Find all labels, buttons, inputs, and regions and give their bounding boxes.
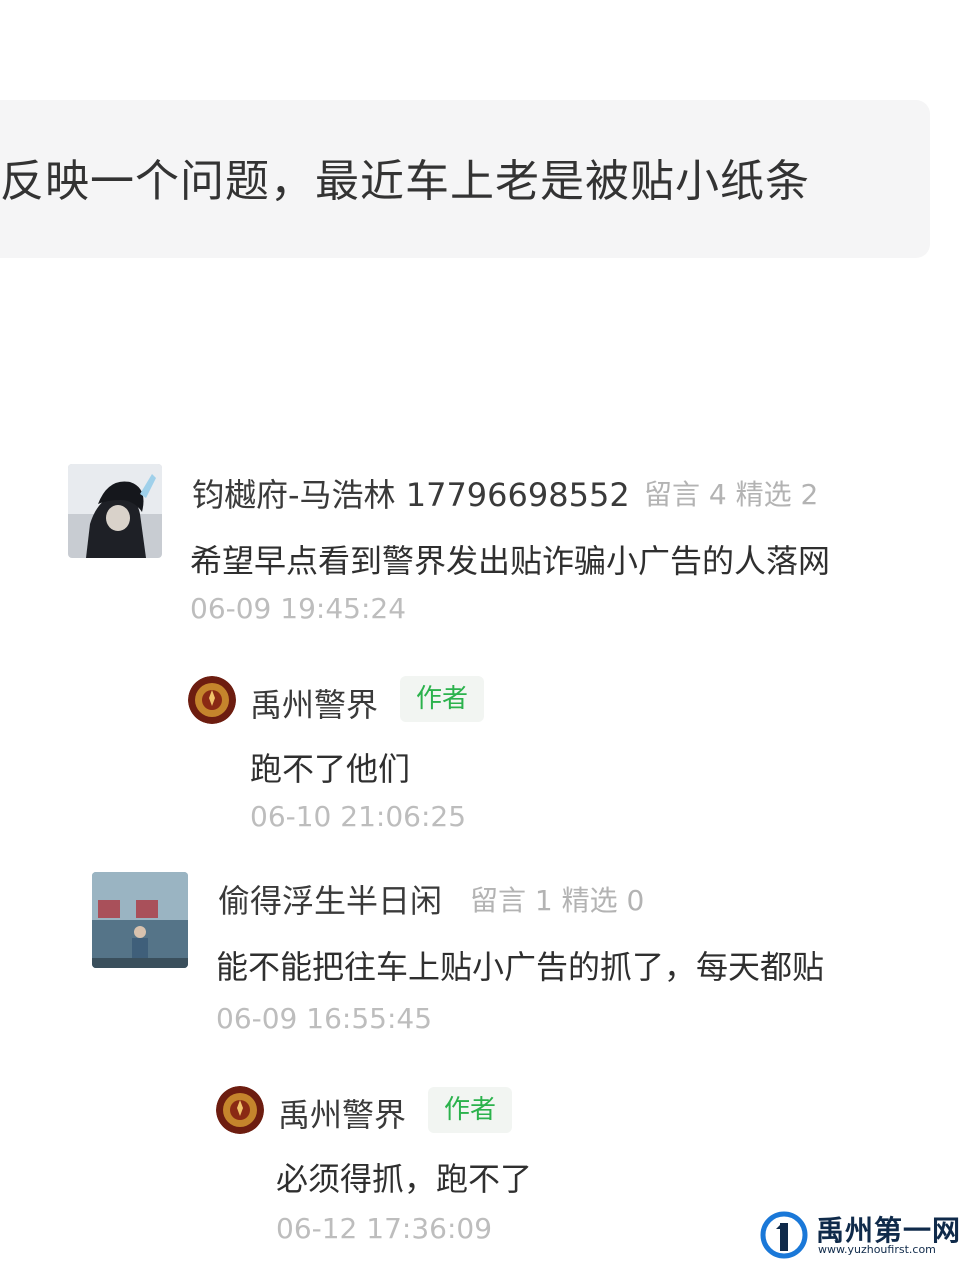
comment-time: 06-09 19:45:24	[190, 592, 407, 625]
brand-logo-icon	[760, 1211, 808, 1259]
reply-time: 06-10 21:06:25	[250, 800, 467, 833]
avatar[interactable]	[188, 676, 236, 724]
reply-author-name[interactable]: 禹州警界	[250, 680, 378, 726]
avatar[interactable]	[68, 464, 162, 558]
avatar[interactable]	[92, 872, 188, 968]
comment-time: 06-09 16:55:45	[216, 1002, 433, 1035]
comment-author-name[interactable]: 偷得浮生半日闲	[218, 876, 442, 922]
comment-text: 能不能把往车上贴小广告的抓了，每天都贴	[216, 948, 825, 986]
reply-text: 跑不了他们	[250, 750, 411, 788]
reply-author-name[interactable]: 禹州警界	[278, 1090, 406, 1136]
avatar[interactable]	[216, 1086, 264, 1134]
brand-logo: 禹州第一网 www.yuzhoufirst.com	[760, 1211, 960, 1267]
comment-author-name[interactable]: 钧樾府-马浩林 17796698552	[192, 470, 630, 516]
author-badge: 作者	[400, 676, 485, 722]
comment-author-stats: 留言 4 精选 2	[644, 478, 819, 511]
reply-time: 06-12 17:36:09	[276, 1212, 493, 1245]
reply-text: 必须得抓，跑不了	[276, 1160, 533, 1198]
quote-text: 反映一个问题，最近车上老是被贴小纸条	[0, 156, 810, 207]
comment-author-stats: 留言 1 精选 0	[470, 884, 645, 917]
author-badge: 作者	[428, 1087, 513, 1133]
brand-url: www.yuzhoufirst.com	[818, 1243, 936, 1256]
comment-text: 希望早点看到警界发出贴诈骗小广告的人落网	[190, 542, 831, 580]
